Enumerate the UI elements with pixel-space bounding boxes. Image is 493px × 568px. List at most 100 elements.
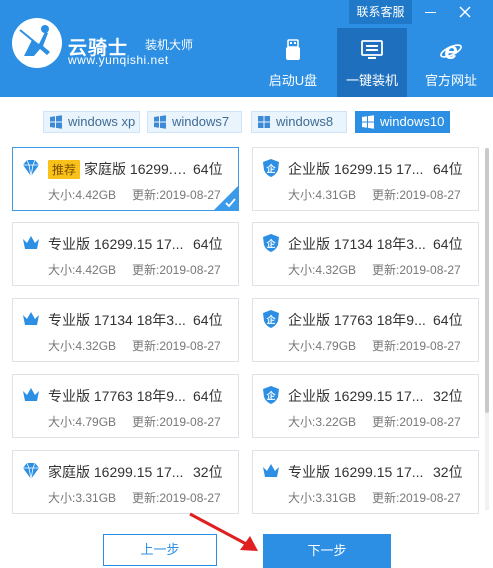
svg-text:企: 企 — [265, 238, 276, 249]
selected-check-icon — [214, 186, 238, 210]
crown-icon — [21, 309, 41, 329]
image-card-bits: 64位 — [433, 312, 463, 328]
image-card[interactable]: 推荐家庭版 16299.15 17... 64位 大小:4.42GB 更新:20… — [12, 147, 239, 211]
image-card-bits: 32位 — [433, 464, 463, 480]
shield-icon: 企 — [261, 233, 281, 253]
image-card-size: 大小:3.22GB — [288, 415, 357, 429]
next-step-button[interactable]: 下一步 — [263, 534, 391, 568]
image-card-size: 大小:4.79GB — [288, 339, 357, 353]
svg-text:企: 企 — [265, 163, 276, 174]
image-card-size: 大小:4.32GB — [48, 339, 117, 353]
tab-windows-xp[interactable]: windows xp — [43, 111, 140, 133]
image-card-date: 更新:2019-08-27 — [372, 491, 461, 505]
image-card[interactable]: 专业版 17763 18年9... 64位 大小:4.79GB 更新:2019-… — [12, 374, 239, 438]
tab-windows8-label: windows8 — [276, 114, 334, 129]
app-header: 联系客服 云骑士 装机大师 www.yunqishi.net 启动U盘 一键装机… — [0, 0, 493, 97]
crown-icon — [21, 385, 41, 405]
image-card-date: 更新:2019-08-27 — [132, 491, 221, 505]
image-card-bits: 32位 — [433, 388, 463, 404]
image-card-date: 更新:2019-08-27 — [372, 188, 461, 202]
svg-text:e: e — [444, 38, 457, 62]
knight-logo-icon — [12, 18, 62, 68]
image-card-bits: 64位 — [193, 312, 223, 328]
windows-logo-icon — [154, 115, 166, 129]
tab-windows10-label: windows10 — [380, 114, 445, 129]
tab-windows10[interactable]: windows10 — [355, 111, 450, 133]
tab-windows8[interactable]: windows8 — [251, 111, 347, 133]
image-card-name: 专业版 16299.15 17... — [288, 464, 424, 480]
windows-logo-icon — [50, 115, 62, 129]
image-card-size: 大小:4.42GB — [48, 188, 117, 202]
shield-icon: 企 — [261, 309, 281, 329]
diamond-icon — [21, 158, 41, 178]
tab-windows7-label: windows7 — [172, 114, 230, 129]
svg-text:企: 企 — [265, 314, 276, 325]
crown-icon — [261, 461, 281, 481]
image-card-size: 大小:4.42GB — [48, 263, 117, 277]
image-card-bits: 64位 — [433, 236, 463, 252]
image-card-date: 更新:2019-08-27 — [132, 339, 221, 353]
image-card-size: 大小:3.31GB — [48, 491, 117, 505]
nav-usb-boot[interactable]: 启动U盘 — [258, 28, 328, 97]
tab-windows7[interactable]: windows7 — [147, 111, 242, 133]
image-card-date: 更新:2019-08-27 — [132, 415, 221, 429]
image-card-name: 企业版 16299.15 17... — [288, 388, 424, 404]
image-card-name: 推荐家庭版 16299.15 17... — [48, 159, 188, 179]
image-card-bits: 64位 — [433, 161, 463, 177]
minimize-icon — [425, 12, 436, 13]
image-card[interactable]: 专业版 16299.15 17... 64位 大小:4.42GB 更新:2019… — [12, 222, 239, 286]
image-card[interactable]: 家庭版 16299.15 17... 32位 大小:3.31GB 更新:2019… — [12, 450, 239, 514]
scrollbar-thumb[interactable] — [485, 148, 489, 413]
shield-icon: 企 — [261, 385, 281, 405]
image-card-name: 家庭版 16299.15 17... — [48, 464, 184, 480]
logo-url: www.yunqishi.net — [68, 53, 169, 67]
image-card-date: 更新:2019-08-27 — [132, 188, 221, 202]
nav-one-click-install-label: 一键装机 — [345, 73, 398, 88]
usb-drive-icon — [286, 39, 300, 60]
nav-official-site[interactable]: e 官方网址 — [416, 28, 486, 97]
image-card[interactable]: 企 企业版 17134 18年3... 64位 大小:4.32GB 更新:201… — [252, 222, 479, 286]
monitor-icon — [361, 40, 383, 59]
image-card-name: 企业版 17134 18年3... — [288, 236, 426, 252]
image-card-bits: 32位 — [193, 464, 223, 480]
image-card[interactable]: 专业版 16299.15 17... 32位 大小:3.31GB 更新:2019… — [252, 450, 479, 514]
recommended-badge: 推荐 — [48, 160, 81, 179]
nav-official-site-label: 官方网址 — [424, 73, 477, 88]
diamond-icon — [21, 461, 41, 481]
image-card-date: 更新:2019-08-27 — [132, 263, 221, 277]
image-card-size: 大小:4.31GB — [288, 188, 357, 202]
minimize-button[interactable] — [418, 0, 444, 24]
image-card-size: 大小:4.32GB — [288, 263, 357, 277]
close-icon — [459, 6, 471, 18]
image-card-name: 专业版 17763 18年9... — [48, 388, 186, 404]
image-card[interactable]: 专业版 17134 18年3... 64位 大小:4.32GB 更新:2019-… — [12, 298, 239, 362]
image-card-bits: 64位 — [193, 236, 223, 252]
image-card-name: 企业版 16299.15 17... — [288, 161, 424, 177]
image-card-name: 专业版 17134 18年3... — [48, 312, 186, 328]
image-card-date: 更新:2019-08-27 — [372, 415, 461, 429]
image-card[interactable]: 企 企业版 17763 18年9... 64位 大小:4.79GB 更新:201… — [252, 298, 479, 362]
svg-text:企: 企 — [265, 390, 276, 401]
previous-step-button[interactable]: 上一步 — [103, 534, 217, 566]
crown-icon — [21, 233, 41, 253]
nav-one-click-install[interactable]: 一键装机 — [337, 28, 407, 97]
image-card-size: 大小:3.31GB — [288, 491, 357, 505]
shield-icon: 企 — [261, 158, 281, 178]
tab-windows-xp-label: windows xp — [68, 114, 136, 129]
image-card-name: 企业版 17763 18年9... — [288, 312, 426, 328]
windows-logo-icon — [362, 115, 374, 129]
nav-usb-boot-label: 启动U盘 — [268, 73, 318, 88]
image-card-size: 大小:4.79GB — [48, 415, 117, 429]
logo-subtitle: 装机大师 — [145, 38, 194, 52]
image-card-name: 专业版 16299.15 17... — [48, 236, 184, 252]
image-card-date: 更新:2019-08-27 — [372, 339, 461, 353]
close-button[interactable] — [452, 0, 478, 24]
windows-logo-icon — [258, 116, 270, 128]
image-card-bits: 64位 — [193, 388, 223, 404]
image-card-bits: 64位 — [193, 161, 223, 177]
image-card[interactable]: 企 企业版 16299.15 17... 64位 大小:4.31GB 更新:20… — [252, 147, 479, 211]
contact-support-link[interactable]: 联系客服 — [349, 0, 412, 24]
ie-browser-icon: e — [440, 38, 462, 62]
image-card-date: 更新:2019-08-27 — [372, 263, 461, 277]
image-card[interactable]: 企 企业版 16299.15 17... 32位 大小:3.22GB 更新:20… — [252, 374, 479, 438]
